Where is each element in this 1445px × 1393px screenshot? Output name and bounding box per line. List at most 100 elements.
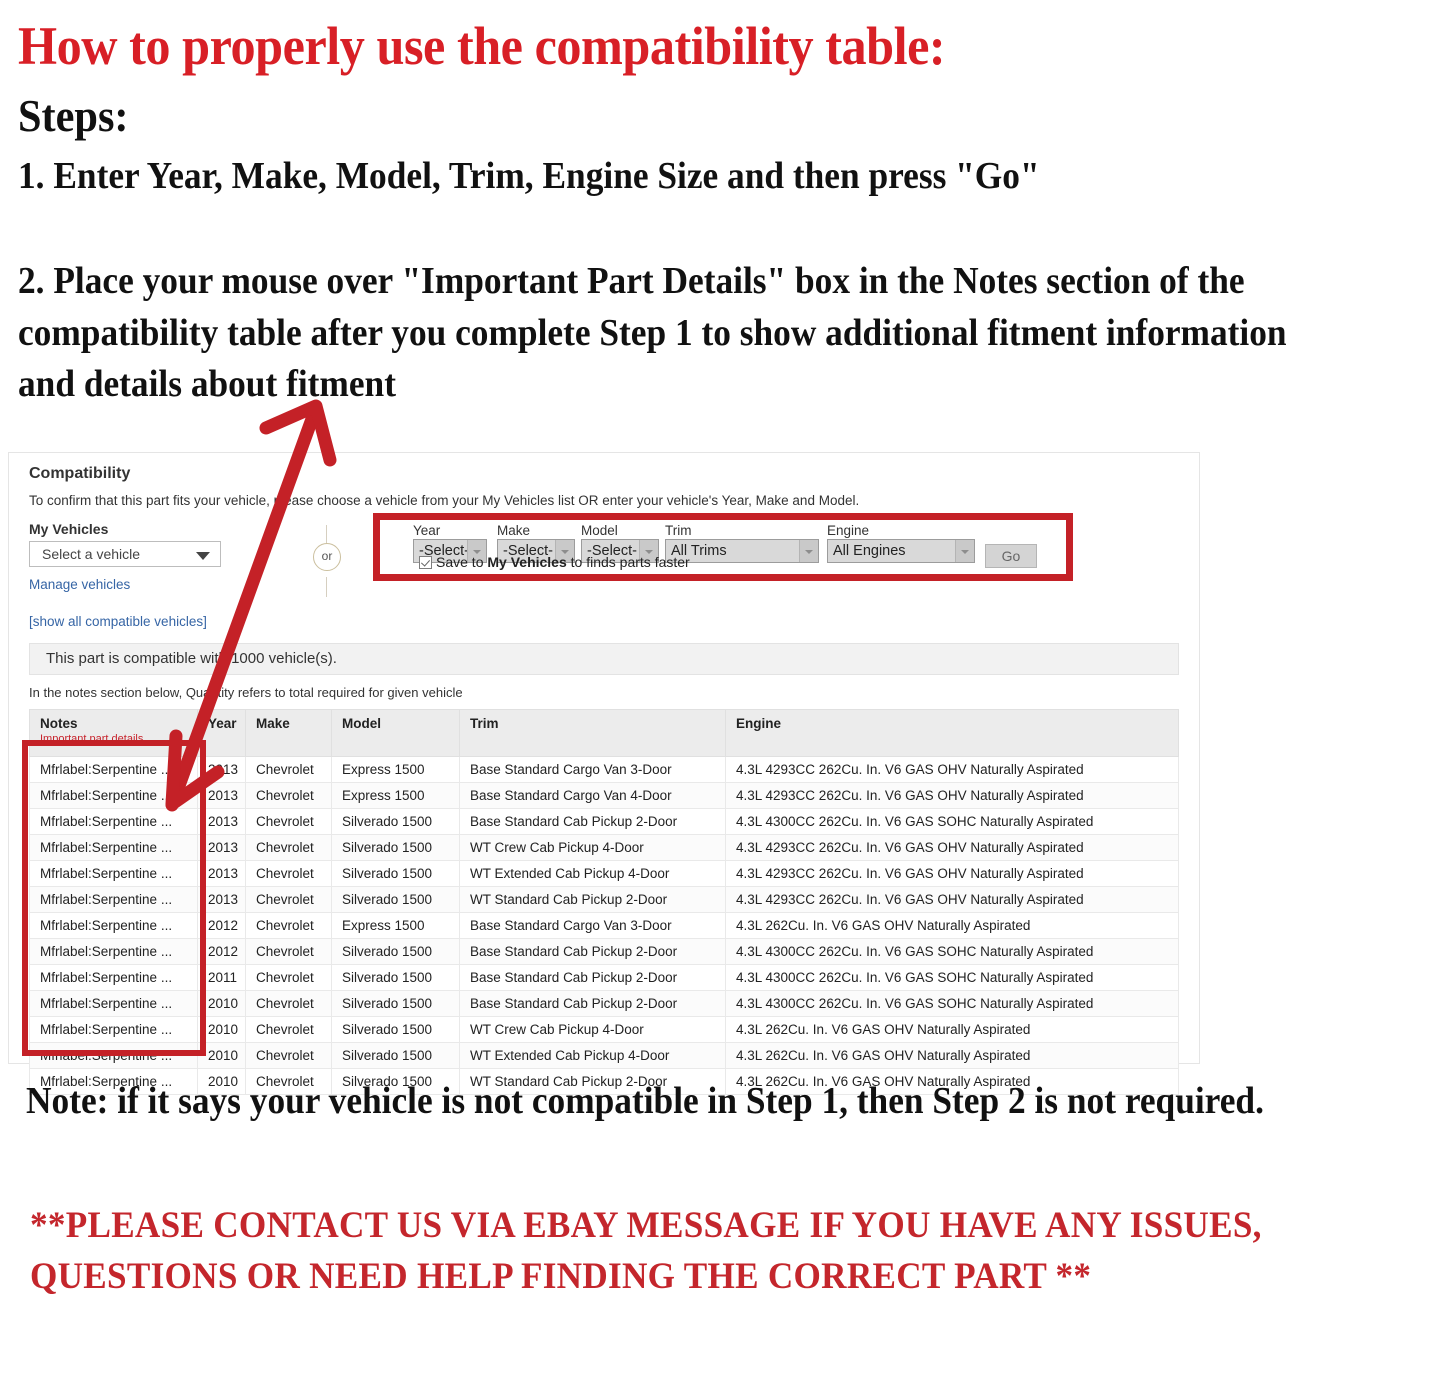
cell-year: 2010 — [197, 1042, 246, 1069]
quantity-note: In the notes section below, Quantity ref… — [29, 685, 463, 700]
cell-notes[interactable]: Mfrlabel:Serpentine ... — [29, 860, 198, 887]
table-row: Mfrlabel:Serpentine ... 2013 Chevrolet Silv… — [29, 808, 1179, 835]
cell-trim: Base Standard Cargo Van 3-Door — [459, 912, 726, 939]
cell-model: Silverado 1500 — [331, 990, 460, 1017]
cell-make: Chevrolet — [245, 886, 332, 913]
save-suffix-text: to finds parts faster — [566, 554, 690, 570]
cell-notes[interactable]: Mfrlabel:Serpentine ... — [29, 782, 198, 809]
or-divider-line-top — [326, 525, 327, 545]
table-row: Mfrlabel:Serpentine ... 2013 Chevrolet Silv… — [29, 834, 1179, 861]
cell-notes[interactable]: Mfrlabel:Serpentine ... — [29, 756, 198, 783]
cell-model: Express 1500 — [331, 912, 460, 939]
cell-year: 2013 — [197, 756, 246, 783]
cell-trim: WT Extended Cab Pickup 4-Door — [459, 1042, 726, 1069]
cell-year: 2012 — [197, 938, 246, 965]
vehicle-select-dropdown[interactable]: Select a vehicle — [29, 541, 221, 567]
table-header-row: Notes Important part details Year Make M… — [29, 709, 1179, 757]
cell-notes[interactable]: Mfrlabel:Serpentine ... — [29, 808, 198, 835]
cell-notes[interactable]: Mfrlabel:Serpentine ... — [29, 990, 198, 1017]
cell-trim: Base Standard Cargo Van 3-Door — [459, 756, 726, 783]
table-row: Mfrlabel:Serpentine ... 2010 Chevrolet Silv… — [29, 1042, 1179, 1069]
cell-model: Silverado 1500 — [331, 834, 460, 861]
cell-year: 2013 — [197, 808, 246, 835]
col-header-engine: Engine — [725, 709, 1179, 757]
bottom-note-text: Note: if it says your vehicle is not com… — [26, 1080, 1264, 1122]
engine-field: Engine All Engines — [827, 523, 975, 563]
cell-trim: Base Standard Cab Pickup 2-Door — [459, 990, 726, 1017]
save-prefix-text: Save to — [436, 554, 488, 570]
cell-notes[interactable]: Mfrlabel:Serpentine ... — [29, 964, 198, 991]
engine-label: Engine — [827, 523, 870, 538]
col-header-make: Make — [245, 709, 332, 757]
compatibility-heading: Compatibility — [29, 465, 131, 482]
table-row: Mfrlabel:Serpentine ... 2013 Chevrolet Silv… — [29, 886, 1179, 913]
cell-trim: Base Standard Cab Pickup 2-Door — [459, 808, 726, 835]
cell-model: Silverado 1500 — [331, 1042, 460, 1069]
chevron-down-icon — [196, 552, 210, 560]
fitment-table: Notes Important part details Year Make M… — [29, 709, 1179, 1095]
cell-year: 2013 — [197, 782, 246, 809]
cell-make: Chevrolet — [245, 860, 332, 887]
save-to-my-vehicles-row[interactable]: Save to My Vehicles to finds parts faste… — [419, 554, 690, 570]
cell-make: Chevrolet — [245, 782, 332, 809]
cell-engine: 4.3L 262Cu. In. V6 GAS OHV Naturally Asp… — [725, 1042, 1179, 1069]
cell-notes[interactable]: Mfrlabel:Serpentine ... — [29, 1016, 198, 1043]
table-row: Mfrlabel:Serpentine ... 2013 Chevrolet Expr… — [29, 756, 1179, 783]
cell-engine: 4.3L 262Cu. In. V6 GAS OHV Naturally Asp… — [725, 912, 1179, 939]
cell-trim: Base Standard Cab Pickup 2-Door — [459, 964, 726, 991]
instructions-block: How to properly use the compatibility ta… — [18, 0, 1418, 200]
cell-notes[interactable]: Mfrlabel:Serpentine ... — [29, 1042, 198, 1069]
cell-make: Chevrolet — [245, 964, 332, 991]
chevron-down-icon — [955, 540, 974, 562]
cell-make: Chevrolet — [245, 756, 332, 783]
table-row: Mfrlabel:Serpentine ... 2012 Chevrolet Expr… — [29, 912, 1179, 939]
cell-notes[interactable]: Mfrlabel:Serpentine ... — [29, 938, 198, 965]
contact-us-text: **PLEASE CONTACT US VIA EBAY MESSAGE IF … — [30, 1205, 1262, 1298]
table-row: Mfrlabel:Serpentine ... 2013 Chevrolet Expr… — [29, 782, 1179, 809]
cell-engine: 4.3L 4293CC 262Cu. In. V6 GAS OHV Natura… — [725, 782, 1179, 809]
table-row: Mfrlabel:Serpentine ... 2011 Chevrolet Silv… — [29, 964, 1179, 991]
cell-notes[interactable]: Mfrlabel:Serpentine ... — [29, 886, 198, 913]
manage-vehicles-link[interactable]: Manage vehicles — [29, 577, 130, 592]
cell-trim: WT Crew Cab Pickup 4-Door — [459, 1016, 726, 1043]
year-label: Year — [413, 523, 441, 538]
col-header-year: Year — [197, 709, 246, 757]
compatibility-subtitle: To confirm that this part fits your vehi… — [29, 493, 860, 508]
step-1-text: 1. Enter Year, Make, Model, Trim, Engine… — [18, 154, 1040, 197]
cell-year: 2013 — [197, 860, 246, 887]
step-2-text: 2. Place your mouse over "Important Part… — [18, 260, 1287, 406]
cell-trim: WT Standard Cab Pickup 2-Door — [459, 886, 726, 913]
cell-engine: 4.3L 4293CC 262Cu. In. V6 GAS OHV Natura… — [725, 834, 1179, 861]
cell-engine: 4.3L 262Cu. In. V6 GAS OHV Naturally Asp… — [725, 1016, 1179, 1043]
col-header-notes-label: Notes — [40, 716, 78, 731]
cell-model: Silverado 1500 — [331, 808, 460, 835]
cell-year: 2010 — [197, 990, 246, 1017]
vehicle-select-value: Select a vehicle — [42, 546, 141, 562]
col-header-trim: Trim — [459, 709, 726, 757]
col-header-notes: Notes Important part details — [29, 709, 198, 757]
steps-heading: Steps: — [18, 90, 129, 142]
cell-model: Silverado 1500 — [331, 938, 460, 965]
cell-trim: WT Extended Cab Pickup 4-Door — [459, 860, 726, 887]
cell-engine: 4.3L 4300CC 262Cu. In. V6 GAS SOHC Natur… — [725, 938, 1179, 965]
cell-make: Chevrolet — [245, 990, 332, 1017]
engine-value: All Engines — [833, 543, 906, 559]
cell-engine: 4.3L 4293CC 262Cu. In. V6 GAS OHV Natura… — [725, 860, 1179, 887]
cell-year: 2012 — [197, 912, 246, 939]
save-to-my-vehicles-checkbox[interactable] — [419, 556, 432, 569]
table-row: Mfrlabel:Serpentine ... 2012 Chevrolet Silv… — [29, 938, 1179, 965]
cell-make: Chevrolet — [245, 938, 332, 965]
col-header-model: Model — [331, 709, 460, 757]
page-title: How to properly use the compatibility ta… — [18, 16, 946, 76]
engine-select[interactable]: All Engines — [827, 539, 975, 563]
cell-notes[interactable]: Mfrlabel:Serpentine ... — [29, 912, 198, 939]
cell-engine: 4.3L 4300CC 262Cu. In. V6 GAS SOHC Natur… — [725, 808, 1179, 835]
cell-model: Silverado 1500 — [331, 1016, 460, 1043]
compatibility-panel: Compatibility To confirm that this part … — [8, 452, 1200, 1095]
cell-engine: 4.3L 4300CC 262Cu. In. V6 GAS SOHC Natur… — [725, 990, 1179, 1017]
table-row: Mfrlabel:Serpentine ... 2013 Chevrolet Silv… — [29, 860, 1179, 887]
cell-notes[interactable]: Mfrlabel:Serpentine ... — [29, 834, 198, 861]
show-all-compatible-vehicles-link[interactable]: [show all compatible vehicles] — [29, 614, 207, 629]
cell-model: Express 1500 — [331, 756, 460, 783]
go-button[interactable]: Go — [985, 544, 1037, 568]
